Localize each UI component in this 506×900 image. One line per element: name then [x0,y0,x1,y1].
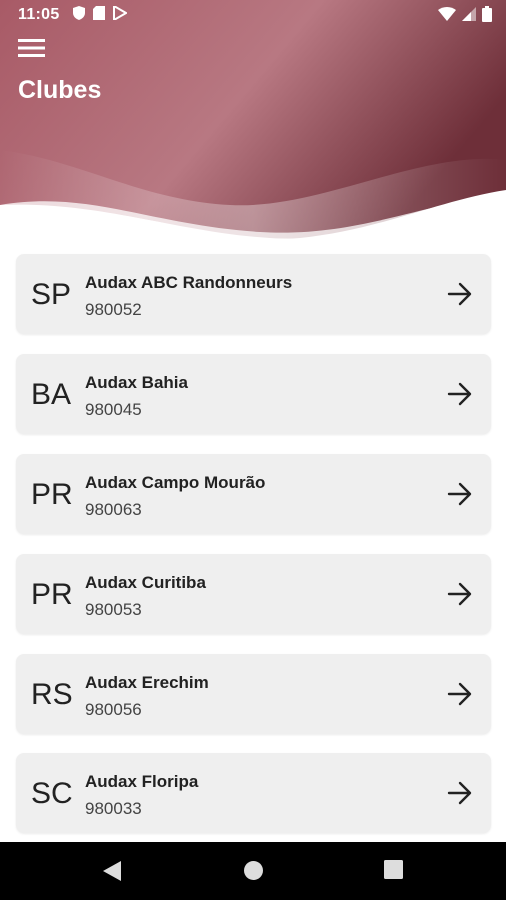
arrow-right-icon[interactable] [447,282,473,306]
club-code: 980056 [85,700,142,719]
club-name: Audax Floripa [85,772,199,791]
sd-card-icon [93,6,105,20]
status-time: 11:05 [18,6,60,23]
club-code: 980045 [85,400,142,419]
arrow-right-icon[interactable] [447,682,473,706]
notification-icons [73,6,127,20]
club-code: 980063 [85,500,142,519]
system-icons [438,6,492,22]
status-bar: 11:05 [0,0,506,32]
club-name: Audax Curitiba [85,573,206,592]
club-state: SP [31,278,72,311]
club-card[interactable]: BA Audax Bahia 980045 [16,354,491,434]
play-store-icon [113,6,127,20]
club-code: 980053 [85,600,142,619]
battery-icon [482,6,492,22]
club-card[interactable]: SC Audax Floripa 980033 [16,753,491,833]
page-title: Clubes [18,76,102,104]
wifi-icon [438,7,456,21]
club-name: Audax Erechim [85,673,209,692]
club-name: Audax ABC Randonneurs [85,273,293,292]
menu-button[interactable] [18,37,46,59]
club-code: 980052 [85,300,142,319]
club-name: Audax Campo Mourão [85,473,266,492]
hamburger-icon [18,39,45,57]
arrow-right-icon[interactable] [447,582,473,606]
club-name: Audax Bahia [85,373,188,392]
club-state: PR [31,578,73,611]
club-state: PR [31,478,73,511]
club-state: SC [31,777,73,810]
club-code: 980033 [85,799,142,818]
club-card[interactable]: SP Audax ABC Randonneurs 980052 [16,254,491,334]
system-navigation-bar [0,842,506,900]
club-card[interactable]: PR Audax Campo Mourão 980063 [16,454,491,534]
header-wave-background [0,0,506,250]
club-state: BA [31,378,72,411]
arrow-right-icon[interactable] [447,482,473,506]
club-card[interactable]: PR Audax Curitiba 980053 [16,554,491,634]
arrow-right-icon[interactable] [447,382,473,406]
home-icon[interactable] [243,860,264,881]
shield-icon [73,6,85,20]
signal-icon [462,7,476,21]
club-state: RS [31,678,73,711]
recents-icon[interactable] [384,860,403,879]
header: 11:05 Clubes [0,0,506,250]
back-icon[interactable] [101,860,123,882]
club-card[interactable]: RS Audax Erechim 980056 [16,654,491,734]
arrow-right-icon[interactable] [447,781,473,805]
